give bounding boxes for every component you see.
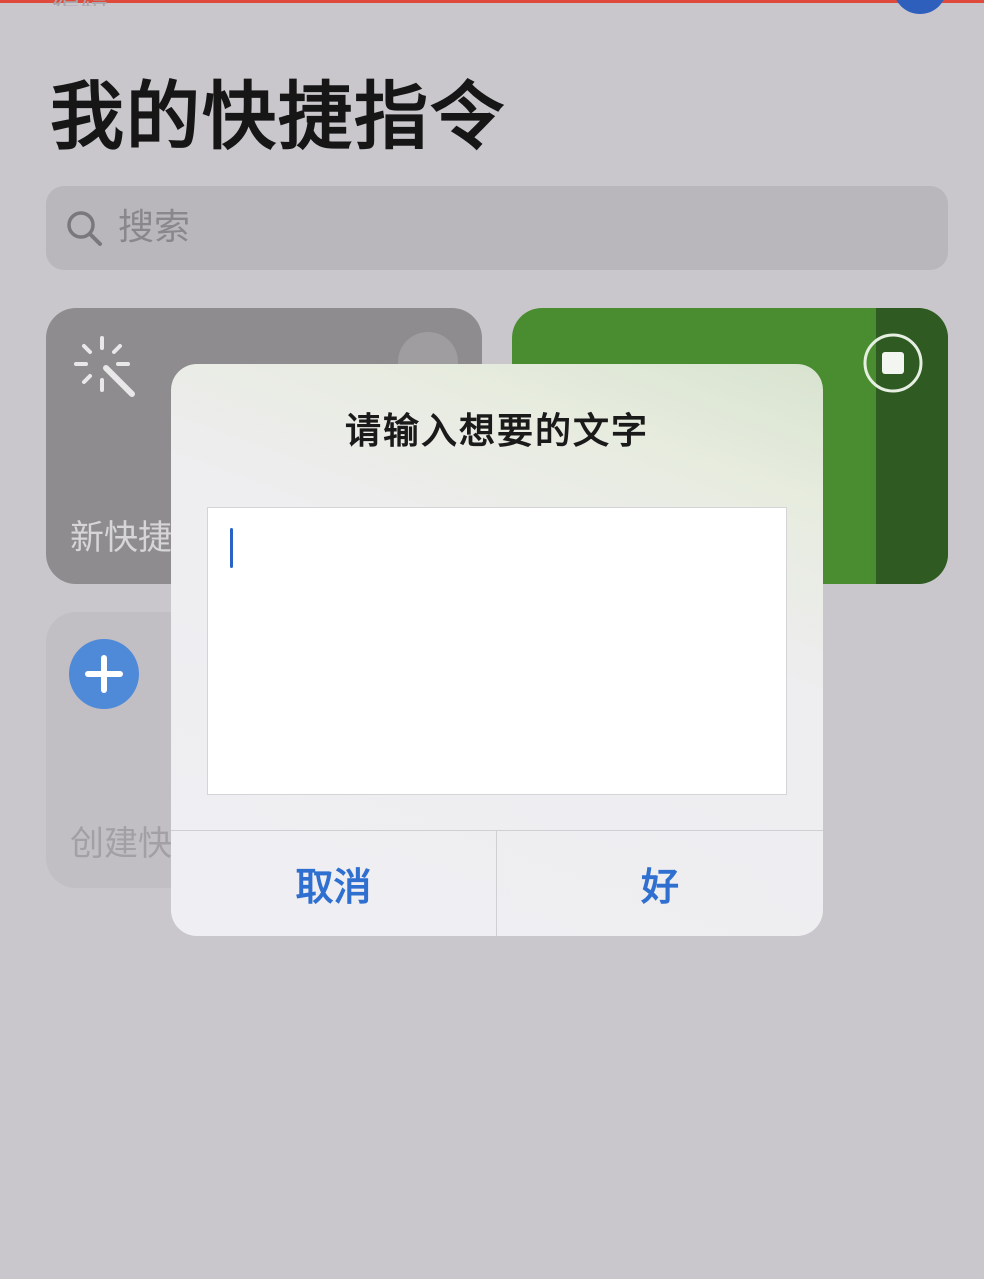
text-caret bbox=[230, 528, 233, 568]
edit-button[interactable]: 编辑 bbox=[52, 0, 132, 6]
stop-icon[interactable] bbox=[862, 332, 924, 394]
ok-button[interactable]: 好 bbox=[497, 831, 823, 936]
plus-icon[interactable] bbox=[68, 638, 140, 710]
avatar[interactable] bbox=[893, 0, 947, 14]
dialog-text-input[interactable] bbox=[207, 507, 787, 795]
search-icon bbox=[67, 211, 102, 246]
search-bar[interactable]: 搜索 bbox=[46, 186, 948, 270]
magic-wand-icon bbox=[74, 336, 135, 397]
text-input-dialog: 请输入想要的文字 取消 好 bbox=[171, 364, 823, 936]
page-title: 我的快捷指令 bbox=[50, 74, 506, 160]
dialog-title: 请输入想要的文字 bbox=[344, 411, 649, 452]
cancel-button[interactable]: 取消 bbox=[171, 831, 496, 936]
top-edge-line bbox=[0, 0, 984, 3]
search-input[interactable]: 搜索 bbox=[118, 205, 190, 251]
